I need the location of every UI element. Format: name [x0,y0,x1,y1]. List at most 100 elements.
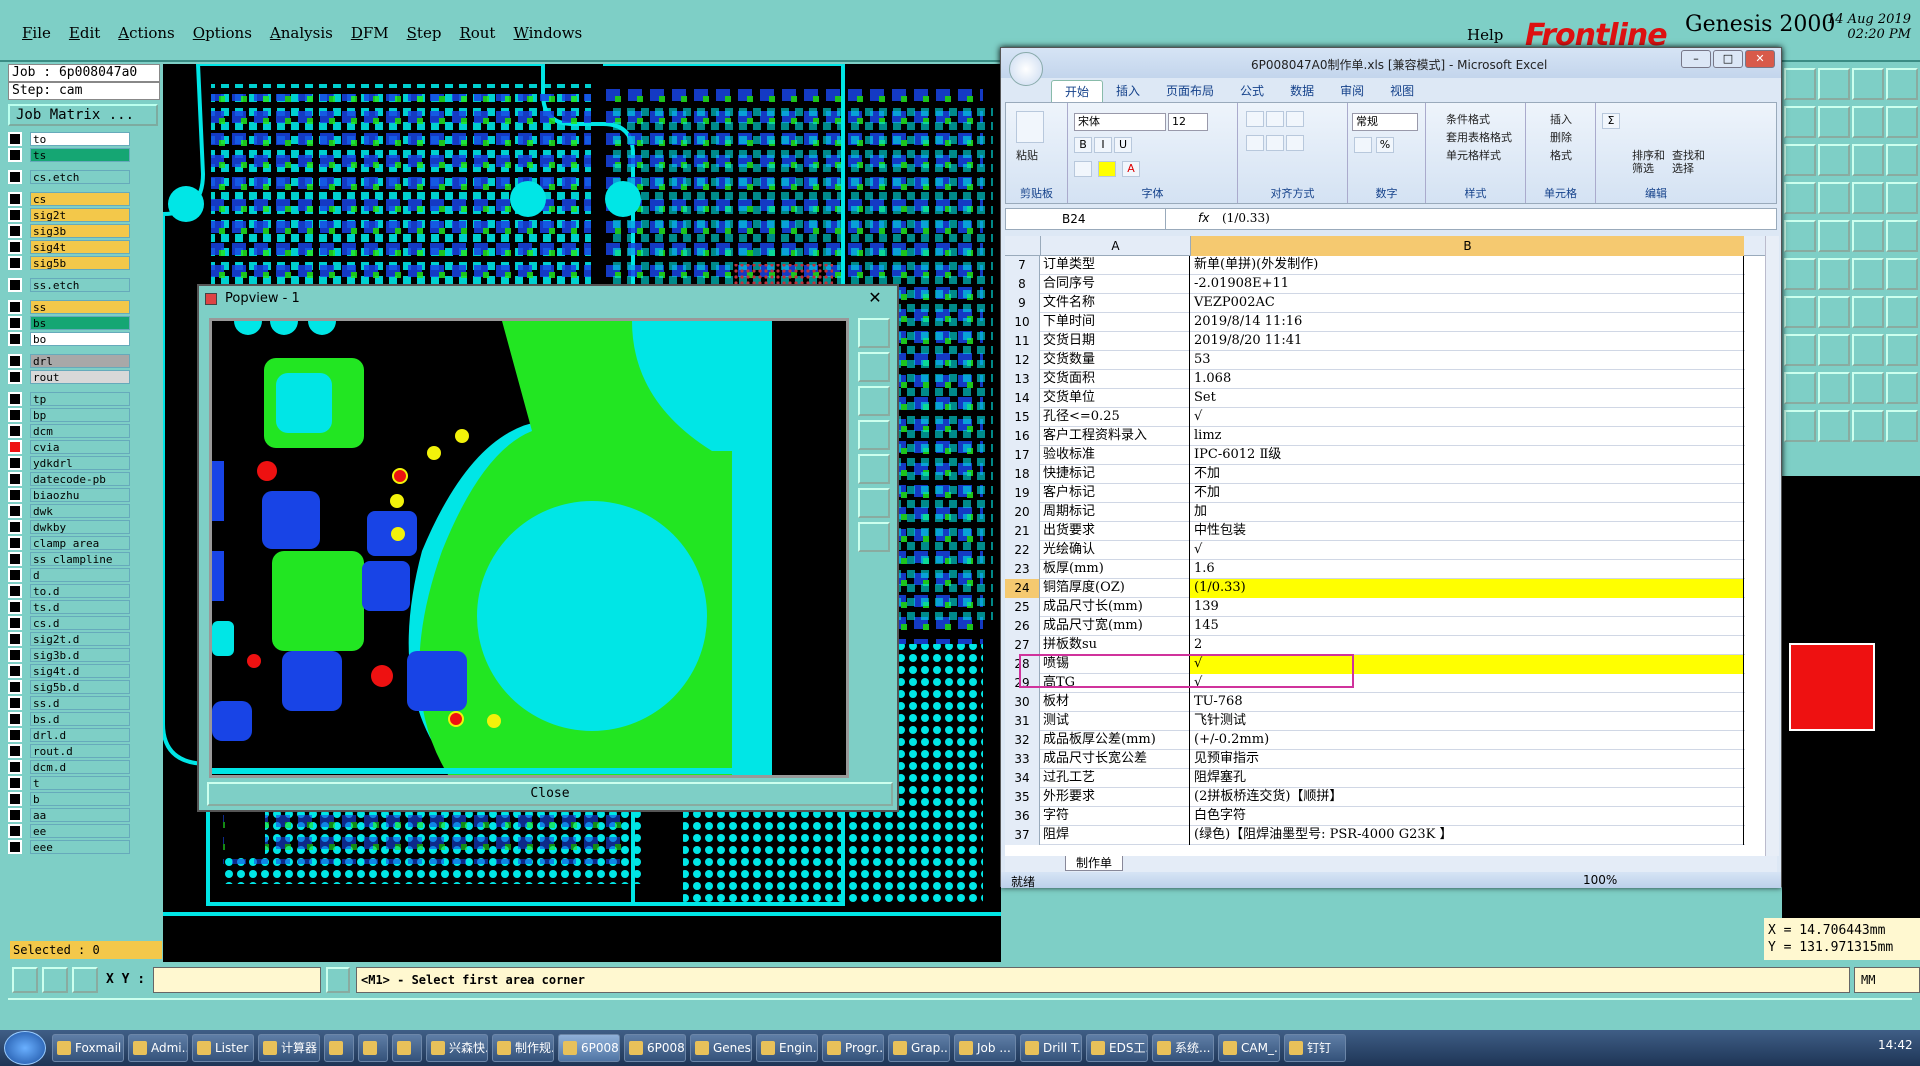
cell-b[interactable]: -2.01908E+11 [1190,275,1744,294]
cell-b[interactable]: 见预审指示 [1190,750,1744,769]
grid-icon[interactable] [72,967,98,993]
layer-checkbox[interactable] [8,392,22,406]
layer-row[interactable]: rout [8,369,130,385]
layer-row[interactable]: ts.d [8,599,130,615]
layer-name[interactable]: to [30,132,130,146]
layer-name[interactable]: ts.d [30,600,130,614]
layer-name[interactable]: cs [30,192,130,206]
taskbar-button[interactable]: CAM_... [1218,1034,1280,1062]
layer-checkbox[interactable] [8,332,22,346]
menu-dfm[interactable]: DFM [351,24,389,42]
tool-button[interactable] [1784,68,1816,100]
tool-button[interactable] [1886,106,1918,138]
layer-checkbox[interactable] [8,224,22,238]
layer-name[interactable]: to.d [30,584,130,598]
job-matrix-button[interactable]: Job Matrix ... [8,104,158,126]
cell-b[interactable]: 2019/8/14 11:16 [1190,313,1744,332]
tool-button[interactable] [1818,182,1850,214]
layer-row[interactable]: to [8,131,130,147]
menu-help[interactable]: Help [1467,26,1503,44]
cell-a[interactable]: 板材 [1040,693,1190,712]
cell-a[interactable]: 订单类型 [1040,256,1190,275]
taskbar-button[interactable] [324,1034,354,1062]
ribbon-tab[interactable]: 审阅 [1327,80,1377,102]
percent-icon[interactable]: % [1376,137,1394,153]
cell-a[interactable]: 阻焊 [1040,826,1190,845]
cell-b[interactable]: limz [1190,427,1744,446]
taskbar-button[interactable]: Job ... [954,1034,1016,1062]
layer-checkbox[interactable] [8,824,22,838]
tool-button[interactable] [1784,106,1816,138]
layer-name[interactable]: sig2t [30,208,130,222]
layer-checkbox[interactable] [8,584,22,598]
tool-button[interactable] [1784,144,1816,176]
cell-a[interactable]: 验收标准 [1040,446,1190,465]
layer-name[interactable]: datecode-pb [30,472,130,486]
cell-b[interactable]: (1/0.33) [1190,579,1744,598]
cell-b[interactable]: 2 [1190,636,1744,655]
layer-row[interactable]: dcm.d [8,759,130,775]
layer-checkbox[interactable] [8,256,22,270]
row-number[interactable]: 14 [1005,389,1040,408]
row-number[interactable]: 31 [1005,712,1040,731]
cell-b[interactable]: 新单(单拼)(外发制作) [1190,256,1744,275]
cell-a[interactable]: 出货要求 [1040,522,1190,541]
tool-button[interactable] [1852,372,1884,404]
layer-checkbox[interactable] [8,520,22,534]
cell-b[interactable]: IPC-6012 Ⅱ级 [1190,446,1744,465]
layer-name[interactable]: sig4t.d [30,664,130,678]
popview-home-icon[interactable] [858,454,890,484]
align-middle-icon[interactable] [1266,111,1284,127]
ribbon-tab[interactable]: 开始 [1051,80,1104,102]
layer-row[interactable]: bs [8,315,130,331]
name-box[interactable]: B24 [1006,209,1166,229]
align-left-icon[interactable] [1246,135,1264,151]
layer-name[interactable]: ss [30,300,130,314]
ribbon-tab[interactable]: 页面布局 [1153,80,1227,102]
layer-name[interactable]: ss.etch [30,278,130,292]
minimize-icon[interactable]: – [1681,50,1711,68]
layer-checkbox[interactable] [8,456,22,470]
row-number[interactable]: 37 [1005,826,1040,845]
vertical-scrollbar[interactable] [1765,236,1779,856]
column-header-a[interactable]: A [1040,236,1190,256]
layer-checkbox[interactable] [8,712,22,726]
layer-row[interactable]: drl.d [8,727,130,743]
cell-b[interactable]: 中性包装 [1190,522,1744,541]
row-number[interactable]: 11 [1005,332,1040,351]
tool-button[interactable] [1852,182,1884,214]
align-right-icon[interactable] [1286,135,1304,151]
layer-checkbox[interactable] [8,240,22,254]
layer-checkbox[interactable] [8,132,22,146]
cell-a[interactable]: 字符 [1040,807,1190,826]
row-number[interactable]: 33 [1005,750,1040,769]
layer-name[interactable]: drl.d [30,728,130,742]
step-field[interactable]: Step: cam [8,82,160,100]
layer-row[interactable]: sig5b [8,255,130,271]
tool-button[interactable] [1852,144,1884,176]
layer-name[interactable]: b [30,792,130,806]
layer-name[interactable]: sig3b.d [30,648,130,662]
tool-button[interactable] [1784,410,1816,442]
paste-label[interactable]: 粘贴 [1016,147,1038,163]
layer-name[interactable]: ss.d [30,696,130,710]
tool-button[interactable] [1784,372,1816,404]
conditional-format-button[interactable]: 条件格式 [1446,111,1490,127]
row-number[interactable]: 25 [1005,598,1040,617]
row-number[interactable]: 22 [1005,541,1040,560]
cell-b[interactable]: 1.6 [1190,560,1744,579]
cell-a[interactable]: 周期标记 [1040,503,1190,522]
layer-row[interactable]: dwk [8,503,130,519]
maximize-icon[interactable]: □ [1713,50,1743,68]
close-icon[interactable]: ✕ [861,288,889,308]
cell-a[interactable]: 外形要求 [1040,788,1190,807]
cell-b[interactable]: 不加 [1190,484,1744,503]
layer-checkbox[interactable] [8,760,22,774]
layer-checkbox[interactable] [8,424,22,438]
layer-name[interactable]: ydkdrl [30,456,130,470]
row-number[interactable]: 12 [1005,351,1040,370]
align-top-icon[interactable] [1246,111,1264,127]
units-selector[interactable]: MM [1854,967,1920,993]
layer-name[interactable]: dcm [30,424,130,438]
layer-name[interactable]: sig5b [30,256,130,270]
